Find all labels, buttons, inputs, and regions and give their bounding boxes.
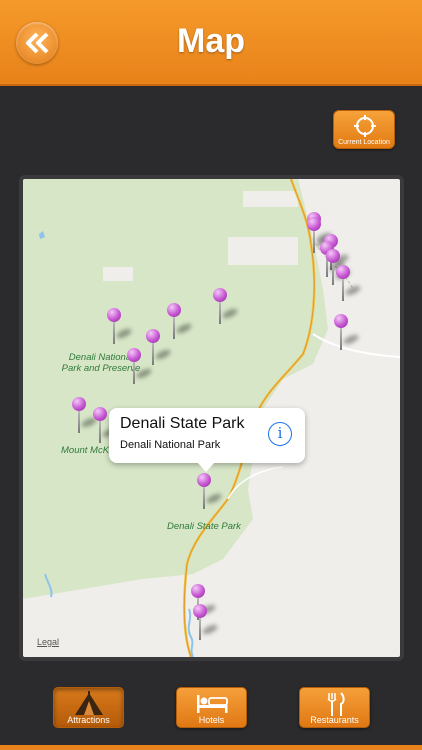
tent-icon [74,691,103,715]
tab-hotels-label: Hotels [198,715,225,725]
map-callout[interactable]: Denali State Park Denali National Park i [109,408,305,472]
tab-restaurants-label: Restaurants [310,715,359,725]
map-pin[interactable] [336,265,362,305]
current-location-label: Current Location [338,139,390,146]
map-pin[interactable] [167,303,193,343]
bed-icon [196,695,228,713]
map-pin[interactable] [72,397,98,437]
map-pin[interactable] [107,308,133,348]
map-pin[interactable] [197,473,223,513]
map-pin[interactable] [93,407,119,447]
bottom-accent-strip [0,745,422,750]
crosshair-icon [354,115,376,137]
map-pin[interactable] [307,217,333,257]
header-bar: Map [0,0,422,86]
current-location-button[interactable]: Current Location [333,110,395,149]
page-title: Map [177,22,245,60]
tab-attractions[interactable]: Attractions [53,687,124,728]
map-pin[interactable] [193,604,219,644]
map-pin[interactable] [127,348,153,388]
info-icon[interactable]: i [268,422,292,446]
map-pin[interactable] [213,288,239,328]
map-pin[interactable] [334,314,360,354]
map-label-state-park: Denali State Park [167,521,241,532]
tab-hotels[interactable]: Hotels [176,687,247,728]
callout-subtitle: Denali National Park [120,439,221,451]
map-view[interactable]: Denali National Park and Preserve Mount … [19,175,404,661]
tab-attractions-label: Attractions [67,715,110,725]
map-pin[interactable] [146,329,172,369]
tab-restaurants[interactable]: Restaurants [299,687,370,728]
callout-title: Denali State Park [120,415,245,432]
legal-link[interactable]: Legal [37,637,59,647]
fork-knife-icon [326,692,345,716]
